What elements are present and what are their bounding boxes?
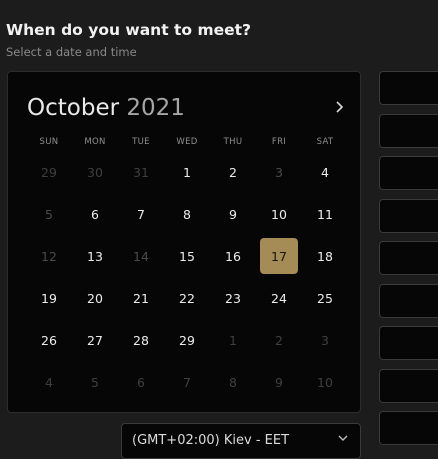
weekday-thu: THU [223,137,243,147]
day-cell[interactable]: 18 [306,238,344,274]
month-title: October 2021 [27,95,185,121]
month-name: October [27,95,120,121]
day-cell[interactable]: 28 [122,322,160,358]
time-slot-button[interactable] [379,368,438,403]
day-cell[interactable]: 26 [30,322,68,358]
day-cell: 6 [137,374,145,390]
timezone-select[interactable]: (GMT+02:00) Kiev - EET [121,423,361,459]
time-slot-button[interactable] [379,198,438,233]
day-cell-selected[interactable]: 17 [260,238,298,274]
day-cell: 4 [45,374,53,390]
chevron-right-icon [335,101,343,113]
time-slot-button[interactable] [379,241,438,275]
day-cell: 30 [87,164,103,180]
time-slot-button[interactable] [379,71,438,105]
time-slot-button[interactable] [379,326,438,360]
day-cell[interactable]: 22 [168,280,206,316]
day-cell: 31 [133,164,149,180]
day-cell[interactable]: 16 [214,238,252,274]
weekday-tue: TUE [132,137,150,147]
day-cell[interactable]: 1 [168,154,206,190]
page-title: When do you want to meet? [6,21,252,39]
day-cell: 8 [229,374,237,390]
day-cell: 12 [41,248,57,264]
day-cell[interactable]: 9 [214,196,252,232]
page-subtitle: Select a date and time [6,45,137,59]
day-cell[interactable]: 6 [76,196,114,232]
day-cell: 5 [45,206,53,222]
weekday-fri: FRI [271,137,287,147]
weekday-header: SUN MON TUE WED THU FRI SAT [31,137,353,151]
time-slot-button[interactable] [379,283,438,318]
month-year: 2021 [126,95,185,121]
weekday-wed: WED [176,137,198,147]
day-cell[interactable]: 24 [260,280,298,316]
day-cell[interactable]: 2 [214,154,252,190]
day-cell: 5 [91,374,99,390]
day-cell: 10 [317,374,333,390]
day-cell[interactable]: 23 [214,280,252,316]
chevron-down-icon [338,435,348,441]
day-cell[interactable]: 10 [260,196,298,232]
day-cell: 7 [183,374,191,390]
day-cell: 14 [133,248,149,264]
weekday-mon: MON [84,137,106,147]
time-slot-button[interactable] [379,156,438,190]
next-month-button[interactable] [330,96,348,118]
timezone-value: (GMT+02:00) Kiev - EET [132,433,290,448]
day-cell[interactable]: 8 [168,196,206,232]
weekday-sat: SAT [316,137,334,147]
weekday-sun: SUN [39,137,59,147]
day-cell[interactable]: 29 [168,322,206,358]
day-cell[interactable]: 7 [122,196,160,232]
day-cell: 3 [321,332,329,348]
day-cell: 3 [275,164,283,180]
day-cell[interactable]: 19 [30,280,68,316]
day-cell: 9 [275,374,283,390]
day-cell: 29 [41,164,57,180]
time-slot-button[interactable] [379,113,438,148]
day-cell[interactable]: 20 [76,280,114,316]
day-cell: 1 [229,332,237,348]
time-slot-button[interactable] [379,411,438,445]
day-cell[interactable]: 25 [306,280,344,316]
day-cell[interactable]: 27 [76,322,114,358]
day-cell[interactable]: 15 [168,238,206,274]
day-cell[interactable]: 11 [306,196,344,232]
day-cell[interactable]: 13 [76,238,114,274]
day-cell[interactable]: 21 [122,280,160,316]
day-cell[interactable]: 4 [306,154,344,190]
day-cell: 2 [275,332,283,348]
calendar: October 2021 SUN MON TUE WED THU FRI SAT 29 30 3… [7,71,361,413]
